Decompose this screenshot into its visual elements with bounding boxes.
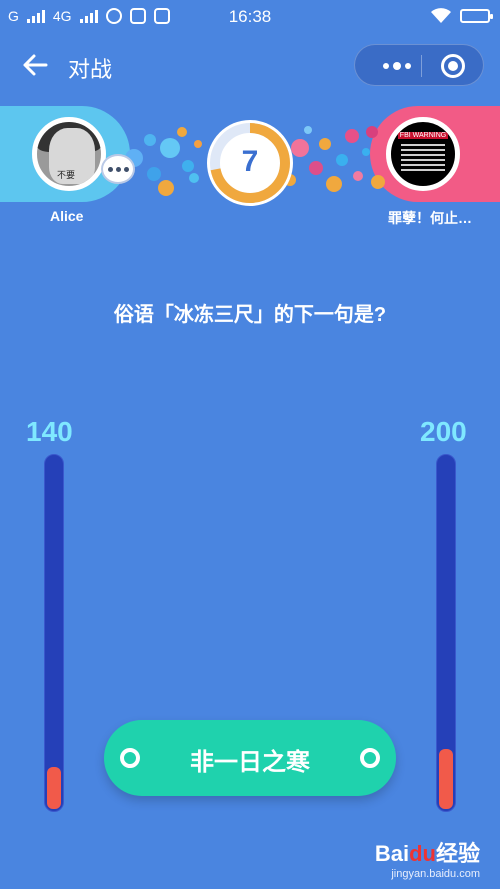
- answer-option-label: 非一日之寒: [190, 749, 310, 776]
- status-bar: G 4G 16:38: [0, 0, 500, 34]
- mini-program-capsule: [354, 44, 484, 86]
- left-score-bar: [44, 454, 64, 812]
- timer-value: 7: [241, 145, 259, 178]
- battery-icon: [460, 9, 493, 23]
- answer-option-button[interactable]: 非一日之寒: [104, 720, 396, 796]
- wifi-icon: [431, 8, 451, 23]
- question-text: 俗语「冰冻三尺」的下一句是?: [113, 304, 387, 326]
- capsule-divider: [421, 55, 422, 77]
- right-player-avatar[interactable]: FBI WARNING: [386, 117, 460, 191]
- right-score-fill: [439, 749, 453, 809]
- arrow-left-icon[interactable]: [20, 50, 50, 80]
- chat-bubble-icon[interactable]: [101, 154, 135, 184]
- left-player-avatar[interactable]: 不要: [32, 117, 106, 191]
- ring-icon: [360, 748, 380, 768]
- page-title: 对战: [68, 57, 113, 82]
- avatar-caption: 不要: [57, 170, 76, 180]
- right-score-bar: [436, 454, 456, 812]
- target-circle-icon[interactable]: [441, 54, 465, 78]
- status-time: 16:38: [228, 7, 272, 26]
- left-score-fill: [47, 767, 61, 809]
- left-player-name: Alice: [50, 208, 84, 224]
- right-player-name: 罪孽！何止…: [388, 210, 472, 226]
- more-dots-icon[interactable]: [373, 57, 421, 75]
- watermark-site: jingyan.baidu.com: [391, 868, 480, 880]
- avatar-caption: FBI WARNING: [397, 132, 449, 139]
- watermark-logo: Baidu经验: [374, 841, 480, 866]
- baidu-watermark: Baidu经验 jingyan.baidu.com: [375, 836, 480, 880]
- title-bar: 对战: [0, 40, 500, 92]
- right-player-score: 200: [420, 416, 467, 447]
- avatar-text-lines: [401, 144, 445, 174]
- left-player-score: 140: [26, 416, 73, 447]
